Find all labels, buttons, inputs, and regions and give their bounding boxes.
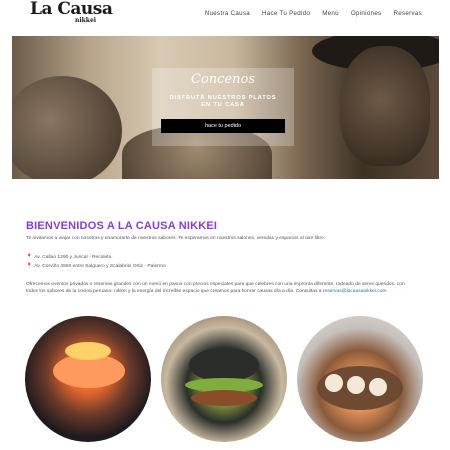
sushi-roll	[325, 374, 343, 392]
nav-item-reservas[interactable]: Reservas	[393, 10, 422, 17]
address-palermo-text: Av. Corviño 3550 entre Salguero y Scalab…	[34, 264, 166, 269]
address-recoleta-text: Av. Callao 1290 y Juncal - Recoleta	[34, 255, 112, 260]
topping	[65, 342, 111, 360]
burger-bun	[189, 348, 259, 382]
nav-item-hace-tu-pedido[interactable]: Hace Tu Pedido	[262, 10, 310, 17]
nav-item-nuestra-causa[interactable]: Nuestra Causa	[205, 10, 250, 17]
hero-card: Concenos DISFRUTÁ NUESTROS PLATOS EN TU …	[152, 68, 294, 146]
main-nav: Nuestra Causa Hace Tu Pedido Menú Opinio…	[205, 10, 422, 17]
hero-tagline-line2: EN TU CASA	[201, 102, 245, 108]
email-link[interactable]: reservas@lacausanikkei.com	[323, 289, 387, 294]
site-header: La Causa nikkei Nuestra Causa Hace Tu Pe…	[0, 0, 450, 32]
logo-subtext: nikkei	[75, 17, 97, 24]
nav-item-menu[interactable]: Menú	[322, 10, 339, 17]
location-pin-icon: 📍	[26, 254, 33, 260]
dish-image-burger	[161, 316, 287, 442]
sushi-roll	[347, 376, 365, 394]
address-palermo: 📍 Av. Corviño 3550 entre Salguero y Scala…	[26, 263, 166, 269]
events-paragraph: Ofrecemos eventos privados o reservas gr…	[26, 281, 418, 295]
hero-tagline: DISFRUTÁ NUESTROS PLATOS EN TU CASA	[152, 95, 294, 109]
order-button[interactable]: hace tu pedido	[161, 119, 285, 133]
nav-item-opiniones[interactable]: Opiniones	[351, 10, 382, 17]
dish-image-sushi-rolls	[297, 316, 423, 442]
page-title: BIENVENIDOS A LA CAUSA NIKKEI	[26, 220, 218, 232]
hero-image-figure-left	[12, 76, 122, 179]
hero-script-title: Concenos	[191, 72, 255, 87]
address-recoleta: 📍 Av. Callao 1290 y Juncal - Recoleta	[26, 254, 111, 260]
hero-tagline-line1: DISFRUTÁ NUESTROS PLATOS	[169, 95, 277, 101]
location-pin-icon: 📍	[26, 263, 33, 269]
burger-patty	[191, 390, 257, 406]
sushi-roll	[369, 378, 387, 396]
hero-image-face	[340, 46, 430, 166]
dish-image-salmon-nigiri	[25, 316, 151, 442]
hero-banner: Concenos DISFRUTÁ NUESTROS PLATOS EN TU …	[12, 36, 439, 179]
intro-text: Te invitamos a viajar con nosotros y ena…	[26, 236, 326, 241]
logo-text: La Causa	[30, 0, 113, 19]
logo[interactable]: La Causa nikkei	[30, 0, 113, 24]
